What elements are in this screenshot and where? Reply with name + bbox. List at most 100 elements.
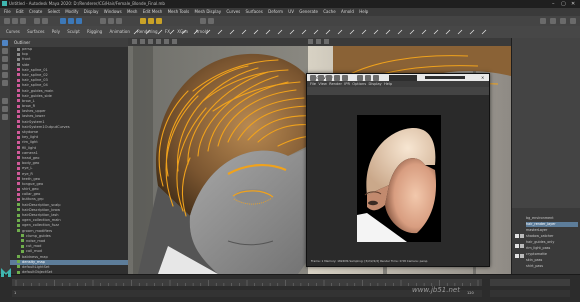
- select-hierarchy-icon[interactable]: [60, 18, 66, 24]
- layer-playback-icon[interactable]: [520, 254, 524, 258]
- save-scene-icon[interactable]: [20, 18, 26, 24]
- menu-curves[interactable]: Curves: [226, 9, 240, 14]
- shelf-tab-curves[interactable]: Curves: [6, 29, 20, 34]
- menu-create[interactable]: Create: [29, 9, 42, 14]
- minimize-button[interactable]: –: [552, 1, 555, 7]
- layer-row[interactable]: masterLayer: [526, 228, 578, 233]
- time-slider[interactable]: [12, 279, 482, 286]
- menu-windows[interactable]: Windows: [104, 9, 122, 14]
- menu-modify[interactable]: Modify: [65, 9, 78, 14]
- channel-box-icon[interactable]: [570, 18, 576, 24]
- rotate-icon[interactable]: [2, 72, 8, 78]
- shelf-tab-sculpt[interactable]: Sculpt: [67, 29, 80, 34]
- new-scene-icon[interactable]: [4, 18, 10, 24]
- lasso-icon[interactable]: [2, 48, 8, 54]
- rv-menu-render[interactable]: Render: [329, 82, 342, 86]
- select-object-icon[interactable]: [68, 18, 74, 24]
- layer-row[interactable]: skin_pass: [526, 258, 578, 263]
- alpha-channel-icon[interactable]: [365, 75, 371, 81]
- layer-row[interactable]: cryptomatte: [526, 252, 578, 257]
- shelf-tab-rigging[interactable]: Rigging: [87, 29, 102, 34]
- range-start[interactable]: 1: [14, 291, 16, 295]
- snap-curve-icon[interactable]: [108, 18, 114, 24]
- menu-file[interactable]: File: [4, 9, 11, 14]
- select-icon[interactable]: [2, 40, 8, 46]
- menu-mesh-tools[interactable]: Mesh Tools: [168, 9, 190, 14]
- smooth-shade-icon[interactable]: [148, 39, 153, 44]
- layer-row[interactable]: shadow_catcher: [526, 234, 578, 239]
- wireframe-icon[interactable]: [140, 39, 145, 44]
- layer-playback-icon[interactable]: [520, 234, 524, 238]
- render-setup-icon[interactable]: [208, 18, 214, 24]
- rv-menu-view[interactable]: View: [318, 82, 327, 86]
- snap-point-icon[interactable]: [116, 18, 122, 24]
- camera-icon[interactable]: [132, 39, 137, 44]
- layer-playback-icon[interactable]: [520, 244, 524, 248]
- maximize-button[interactable]: ▢: [561, 1, 566, 7]
- one-to-one-icon[interactable]: [373, 75, 379, 81]
- textured-icon[interactable]: [156, 39, 161, 44]
- layer-row[interactable]: rim_light_pass: [526, 246, 578, 251]
- camera-dropdown[interactable]: [389, 75, 417, 81]
- layout-single-icon[interactable]: [2, 98, 8, 104]
- ipr-render-icon[interactable]: [318, 75, 324, 81]
- layer-visibility-icon[interactable]: [515, 244, 519, 248]
- layer-row[interactable]: hair_guides_only: [526, 240, 578, 245]
- select-component-icon[interactable]: [76, 18, 82, 24]
- shelf-tab-poly[interactable]: Poly: [52, 29, 60, 34]
- menu-display[interactable]: Display: [84, 9, 99, 14]
- rv-menu-help[interactable]: Help: [384, 82, 392, 86]
- shelf-tab-animation[interactable]: Animation: [109, 29, 129, 34]
- menu-generate[interactable]: Generate: [299, 9, 318, 14]
- rv-menu-ipr[interactable]: IPR: [344, 82, 350, 86]
- close-icon[interactable]: ✕: [481, 75, 484, 80]
- menu-select[interactable]: Select: [48, 9, 60, 14]
- ipr-icon[interactable]: [148, 18, 154, 24]
- close-button[interactable]: ✕: [571, 1, 575, 7]
- lights-icon[interactable]: [164, 39, 169, 44]
- xray-icon[interactable]: [316, 39, 321, 44]
- redo-icon[interactable]: [42, 18, 48, 24]
- layer-visibility-icon[interactable]: [515, 254, 519, 258]
- grid-toggle-icon[interactable]: [324, 39, 329, 44]
- menu-arnold[interactable]: Arnold: [341, 9, 354, 14]
- layer-tabs[interactable]: [512, 208, 580, 214]
- channel-box[interactable]: [512, 38, 580, 208]
- menu-edit[interactable]: Edit: [16, 9, 24, 14]
- isolate-select-icon[interactable]: [308, 39, 313, 44]
- snap-grid-icon[interactable]: [100, 18, 106, 24]
- layer-row[interactable]: bg_environment: [526, 216, 578, 221]
- redo-render-icon[interactable]: [310, 75, 316, 81]
- shelf-tool-icons[interactable]: [130, 28, 510, 36]
- rv-menu-file[interactable]: File: [310, 82, 316, 86]
- layout-two-icon[interactable]: [2, 114, 8, 120]
- sign-in-icon[interactable]: [540, 18, 546, 24]
- menu-edit-mesh[interactable]: Edit Mesh: [143, 9, 163, 14]
- menu-deform[interactable]: Deform: [268, 9, 283, 14]
- modeling-toolkit-icon[interactable]: [550, 18, 556, 24]
- snapshot-icon[interactable]: [342, 75, 348, 81]
- menu-uv[interactable]: UV: [288, 9, 294, 14]
- refresh-icon[interactable]: [326, 75, 332, 81]
- current-frame-field[interactable]: [490, 290, 570, 297]
- attribute-editor-icon[interactable]: [560, 18, 566, 24]
- layer-row[interactable]: shirt_pass: [526, 264, 578, 269]
- menu-mesh-display[interactable]: Mesh Display: [195, 9, 222, 14]
- rv-menu-display[interactable]: Display: [368, 82, 381, 86]
- render-settings-icon[interactable]: [156, 18, 162, 24]
- menu-cache[interactable]: Cache: [323, 9, 335, 14]
- menu-surfaces[interactable]: Surfaces: [246, 9, 263, 14]
- region-icon[interactable]: [334, 75, 340, 81]
- move-icon[interactable]: [2, 64, 8, 70]
- rv-menu-options[interactable]: Options: [352, 82, 366, 86]
- menu-help[interactable]: Help: [359, 9, 368, 14]
- menu-mesh[interactable]: Mesh: [127, 9, 138, 14]
- layout-four-icon[interactable]: [2, 106, 8, 112]
- layer-row[interactable]: hair_render_layer: [526, 222, 578, 227]
- open-scene-icon[interactable]: [12, 18, 18, 24]
- range-end[interactable]: 120: [467, 291, 474, 295]
- undo-icon[interactable]: [34, 18, 40, 24]
- playback-controls[interactable]: [490, 279, 570, 286]
- shelf-tab-surfaces[interactable]: Surfaces: [27, 29, 44, 34]
- render-view-window[interactable]: renderView ✕ File View Render IPR Option…: [306, 73, 490, 267]
